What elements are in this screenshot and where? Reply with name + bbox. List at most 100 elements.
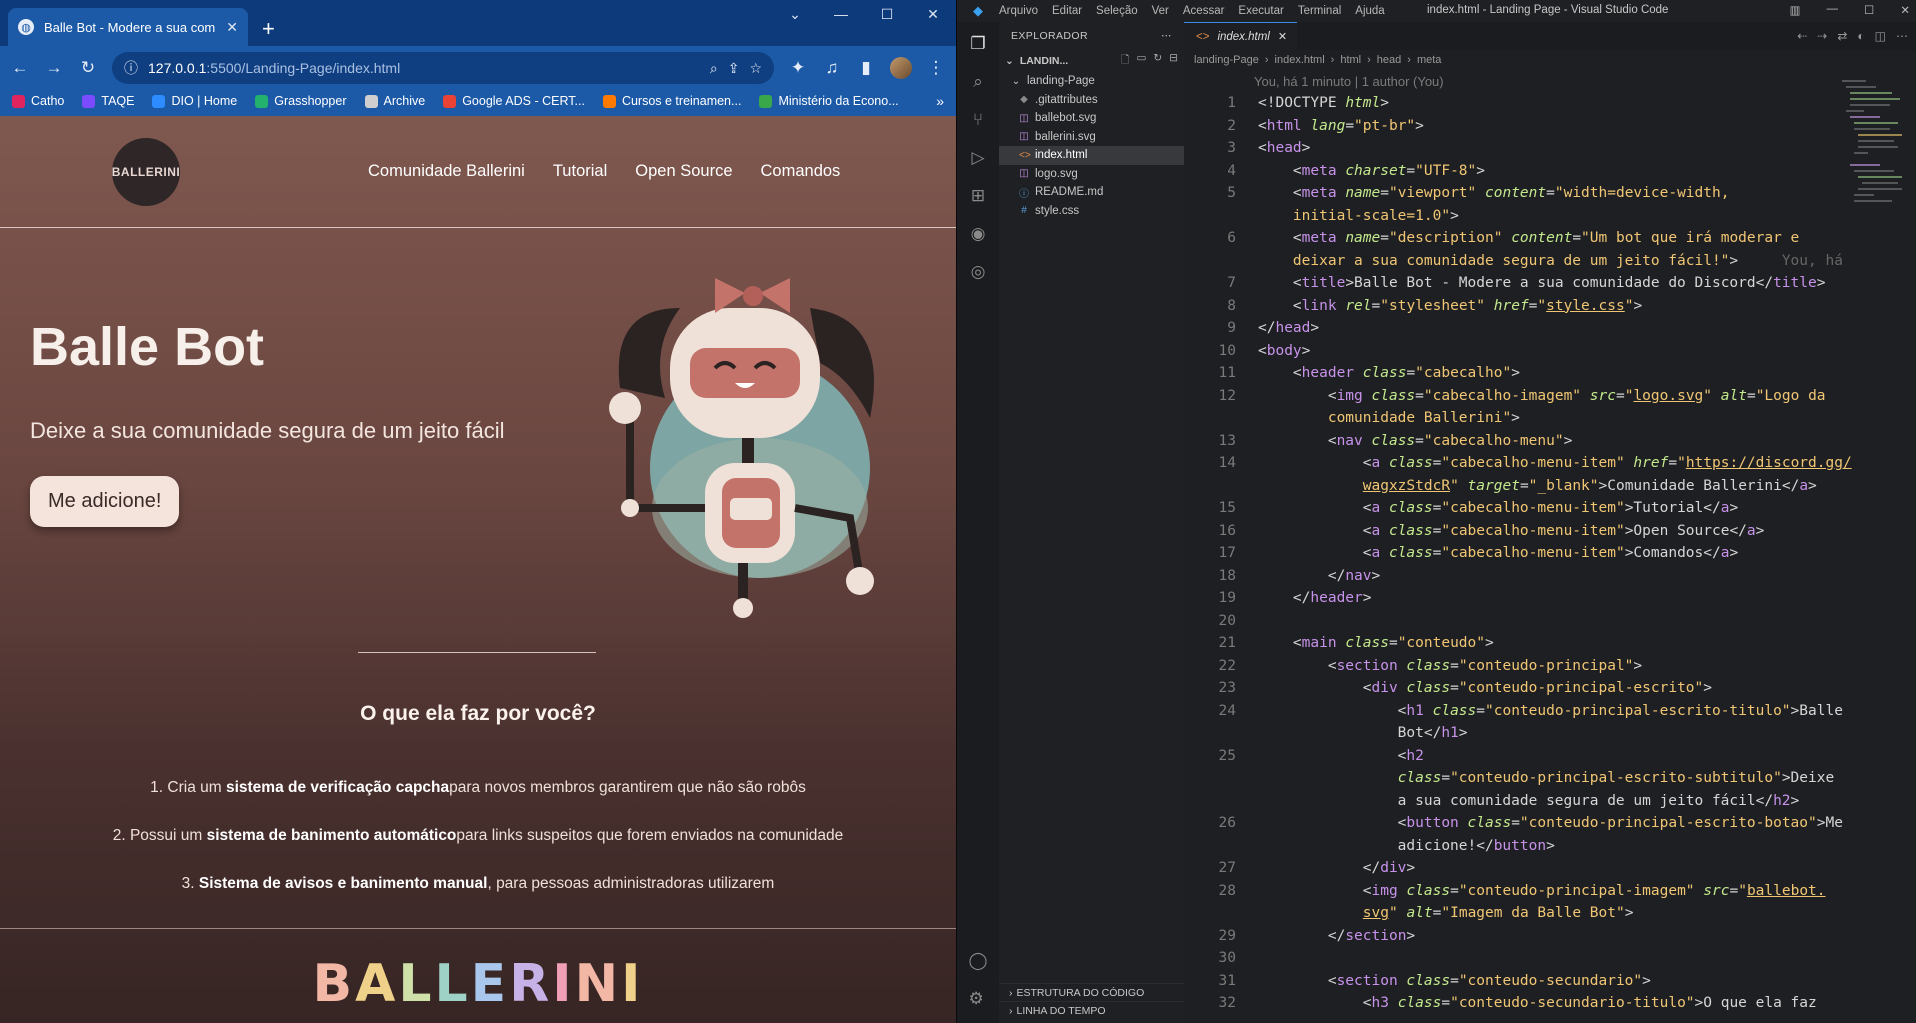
- menu-item-tutorial[interactable]: Tutorial: [553, 162, 607, 181]
- code-line[interactable]: class="conteudo-principal-escrito-subtit…: [1184, 767, 1916, 790]
- split-editor-icon[interactable]: ◫: [1875, 29, 1886, 43]
- extensions-icon[interactable]: ✦: [788, 58, 808, 78]
- close-window-button[interactable]: ✕: [1900, 3, 1910, 17]
- editor-tab-index-html[interactable]: <> index.html ✕: [1184, 22, 1298, 50]
- code-line[interactable]: initial-scale=1.0">: [1184, 205, 1916, 228]
- breadcrumb-item[interactable]: landing-Page: [1194, 54, 1259, 66]
- code-line[interactable]: 1 <!DOCTYPE html>: [1184, 92, 1916, 115]
- close-tab-icon[interactable]: ✕: [1278, 30, 1287, 43]
- account-icon[interactable]: ◯: [968, 951, 987, 971]
- bookmark-item[interactable]: Grasshopper: [255, 94, 347, 108]
- breadcrumb-item[interactable]: meta: [1417, 54, 1441, 66]
- new-folder-icon[interactable]: ▭: [1136, 52, 1146, 70]
- code-line[interactable]: 6 <meta name="description" content="Um b…: [1184, 227, 1916, 250]
- code-line[interactable]: 5 <meta name="viewport" content="width=d…: [1184, 182, 1916, 205]
- code-line[interactable]: 9 </head>: [1184, 317, 1916, 340]
- settings-gear-icon[interactable]: ⚙: [968, 989, 987, 1009]
- breadcrumb-item[interactable]: head: [1377, 54, 1401, 66]
- menu-kebab-icon[interactable]: ⋮: [926, 58, 946, 78]
- browser-tab[interactable]: ◍ Balle Bot - Modere a sua comuni ✕: [8, 8, 248, 46]
- timeline-panel[interactable]: › LINHA DO TEMPO: [999, 1001, 1184, 1019]
- code-editor[interactable]: 1 <!DOCTYPE html> 2 <html lang="pt-br"> 3 <he…: [1184, 92, 1916, 1023]
- tab-search-icon[interactable]: ⌄: [772, 0, 818, 28]
- code-line[interactable]: wagxzStdcR" target="_blank">Comunidade B…: [1184, 475, 1916, 498]
- collapse-icon[interactable]: ⊟: [1169, 52, 1178, 70]
- menu-editar[interactable]: Editar: [1052, 5, 1082, 17]
- extensions-icon[interactable]: ⊞: [971, 186, 985, 206]
- zoom-icon[interactable]: ⌕: [710, 60, 718, 77]
- breadcrumb-item[interactable]: index.html: [1275, 54, 1325, 66]
- file-readme-md[interactable]: ⓘ README.md: [999, 183, 1184, 202]
- project-header[interactable]: ⌄ LANDIN... 🗋 ▭ ↻ ⊟: [999, 50, 1184, 72]
- file-ballerini-svg[interactable]: ◫ ballerini.svg: [999, 128, 1184, 147]
- go-forward-icon[interactable]: ⇢: [1817, 29, 1827, 43]
- code-line[interactable]: 22 <section class="conteudo-principal">: [1184, 655, 1916, 678]
- menu-executar[interactable]: Executar: [1238, 5, 1283, 17]
- bookmark-item[interactable]: Catho: [12, 94, 64, 108]
- share-icon[interactable]: ⇪: [728, 60, 740, 77]
- minimize-button[interactable]: —: [818, 0, 864, 28]
- code-line[interactable]: 11 <header class="cabecalho">: [1184, 362, 1916, 385]
- new-tab-button[interactable]: +: [262, 18, 275, 40]
- code-line[interactable]: svg" alt="Imagem da Balle Bot">: [1184, 902, 1916, 925]
- code-line[interactable]: 19 </header>: [1184, 587, 1916, 610]
- maximize-button[interactable]: ☐: [1864, 3, 1874, 17]
- folder-landing-page[interactable]: ⌄ landing-Page: [999, 72, 1184, 91]
- menu-item-open-source[interactable]: Open Source: [635, 162, 732, 181]
- menu-item-comunidade[interactable]: Comunidade Ballerini: [368, 162, 525, 181]
- code-line[interactable]: 17 <a class="cabecalho-menu-item">Comand…: [1184, 542, 1916, 565]
- code-line[interactable]: 32 <h3 class="conteudo-secundario-titulo…: [1184, 992, 1916, 1015]
- code-line[interactable]: 16 <a class="cabecalho-menu-item">Open S…: [1184, 520, 1916, 543]
- info-icon[interactable]: ⓘ: [124, 58, 138, 78]
- code-line[interactable]: 8 <link rel="stylesheet" href="style.css…: [1184, 295, 1916, 318]
- layout-icon[interactable]: ▥: [1790, 3, 1801, 17]
- source-control-icon[interactable]: ⑂: [973, 110, 983, 130]
- file-style-css[interactable]: # style.css: [999, 202, 1184, 221]
- refresh-icon[interactable]: ↻: [1153, 52, 1162, 70]
- code-line[interactable]: 15 <a class="cabecalho-menu-item">Tutori…: [1184, 497, 1916, 520]
- code-line[interactable]: 20: [1184, 610, 1916, 633]
- menu-terminal[interactable]: Terminal: [1298, 5, 1341, 17]
- code-line[interactable]: Bot</h1>: [1184, 722, 1916, 745]
- code-line[interactable]: 12 <img class="cabecalho-imagem" src="lo…: [1184, 385, 1916, 408]
- git-graph-icon[interactable]: ◎: [971, 262, 986, 282]
- profile-avatar[interactable]: [890, 57, 912, 79]
- outline-panel[interactable]: › ESTRUTURA DO CÓDIGO: [999, 983, 1184, 1001]
- minimap[interactable]: [1842, 78, 1902, 208]
- code-line[interactable]: 7 <title>Balle Bot - Modere a sua comuni…: [1184, 272, 1916, 295]
- code-line[interactable]: 30: [1184, 947, 1916, 970]
- compare-icon[interactable]: ⇄: [1837, 29, 1847, 43]
- git-blame-lens[interactable]: You, há 1 minuto | 1 author (You): [1184, 70, 1916, 92]
- more-actions-icon[interactable]: ⋯: [1896, 29, 1908, 43]
- run-debug-icon[interactable]: ▷: [971, 148, 984, 168]
- maximize-button[interactable]: ☐: [864, 0, 910, 28]
- code-line[interactable]: 14 <a class="cabecalho-menu-item" href="…: [1184, 452, 1916, 475]
- code-line[interactable]: 25 <h2: [1184, 745, 1916, 768]
- site-logo[interactable]: BALLERINI: [112, 137, 180, 206]
- code-line[interactable]: 28 <img class="conteudo-principal-imagem…: [1184, 880, 1916, 903]
- code-line[interactable]: 13 <nav class="cabecalho-menu">: [1184, 430, 1916, 453]
- code-line[interactable]: 4 <meta charset="UTF-8">: [1184, 160, 1916, 183]
- forward-icon[interactable]: →: [44, 58, 64, 78]
- bookmark-item[interactable]: Archive: [364, 94, 425, 108]
- code-line[interactable]: 18 </nav>: [1184, 565, 1916, 588]
- code-line[interactable]: 29 </section>: [1184, 925, 1916, 948]
- media-icon[interactable]: ♫: [822, 58, 842, 78]
- code-line[interactable]: deixar a sua comunidade segura de um jei…: [1184, 250, 1916, 273]
- bookmark-item[interactable]: Google ADS - CERT...: [443, 94, 585, 108]
- code-line[interactable]: 27 </div>: [1184, 857, 1916, 880]
- code-line[interactable]: adicione!</button>: [1184, 835, 1916, 858]
- explorer-more-icon[interactable]: ⋯: [1161, 30, 1172, 42]
- file--gitattributes[interactable]: ◆ .gitattributes: [999, 91, 1184, 110]
- file-logo-svg[interactable]: ◫ logo.svg: [999, 165, 1184, 184]
- menu-seleção[interactable]: Seleção: [1096, 5, 1138, 17]
- reload-icon[interactable]: ↻: [78, 58, 98, 78]
- close-window-button[interactable]: ✕: [910, 0, 956, 28]
- live-share-icon[interactable]: ◐: [1857, 29, 1864, 43]
- code-line[interactable]: 10 <body>: [1184, 340, 1916, 363]
- more-bookmarks-icon[interactable]: »: [936, 93, 944, 109]
- bookmark-item[interactable]: Cursos e treinamen...: [602, 94, 741, 108]
- file-index-html[interactable]: <> index.html: [999, 146, 1184, 165]
- add-bot-button[interactable]: Me adicione!: [30, 476, 180, 527]
- code-line[interactable]: 31 <section class="conteudo-secundario">: [1184, 970, 1916, 993]
